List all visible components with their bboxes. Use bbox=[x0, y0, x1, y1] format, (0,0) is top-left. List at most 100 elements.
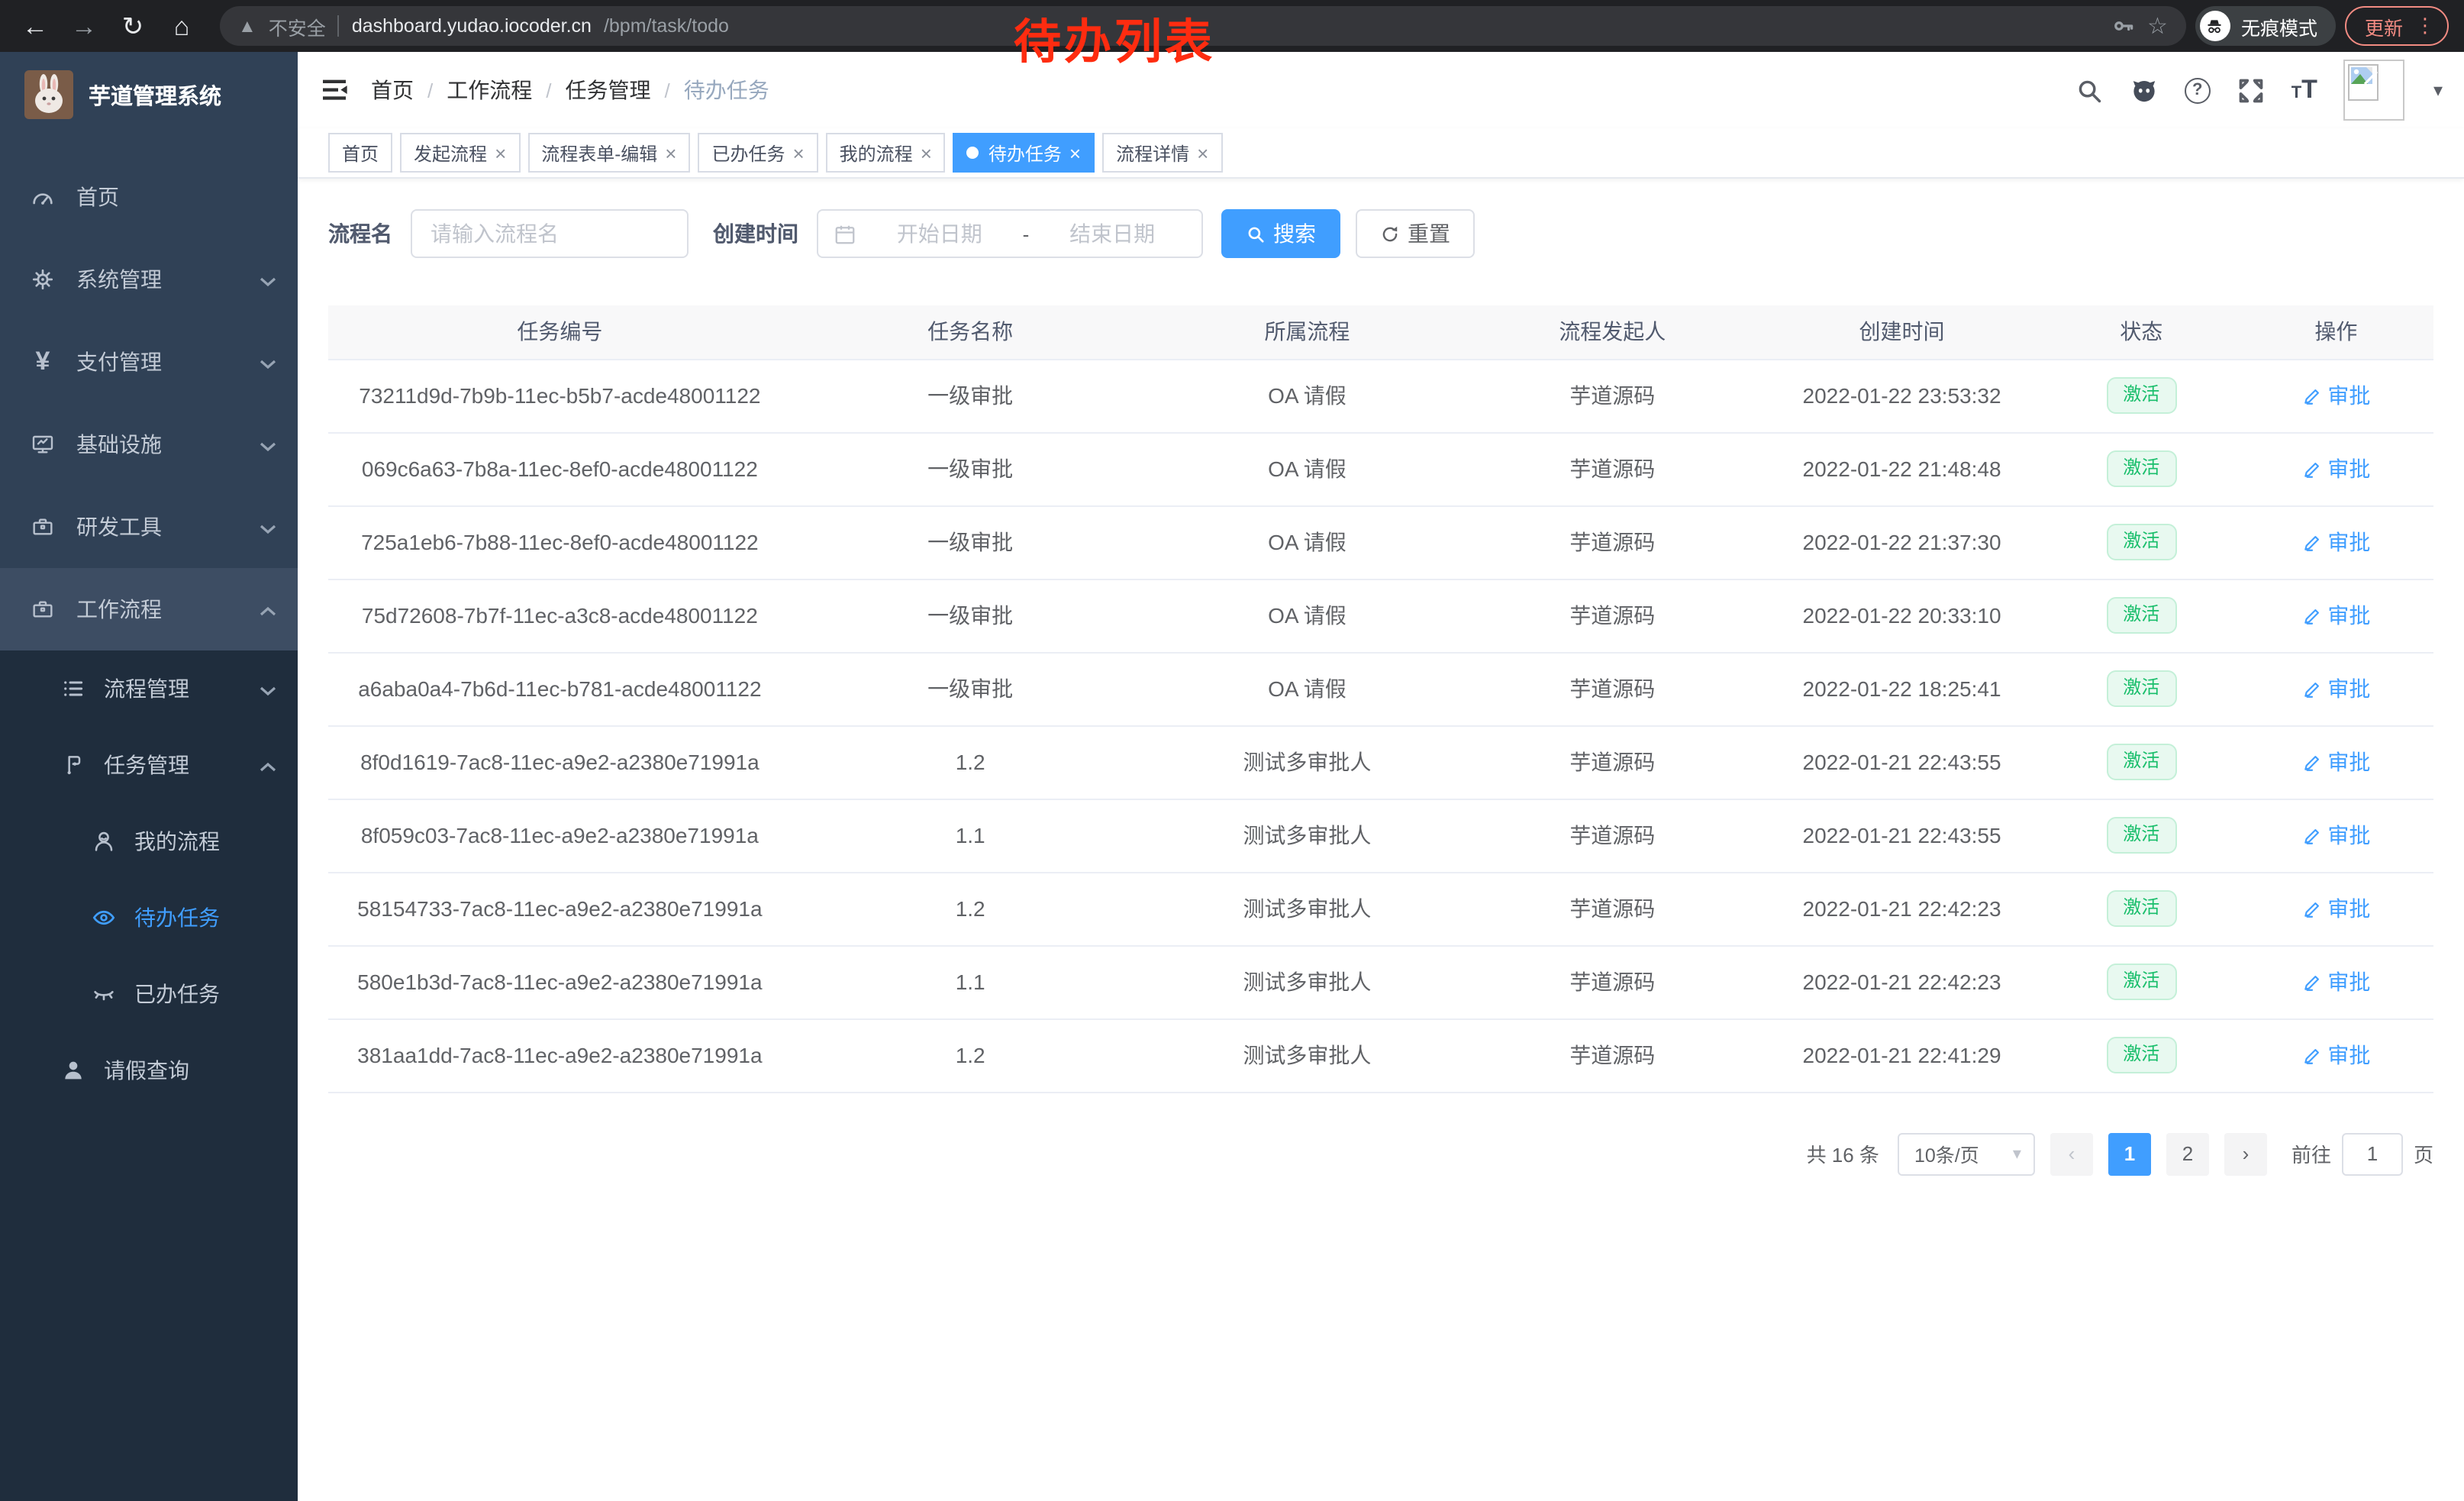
sidebar-item-label: 系统管理 bbox=[76, 264, 260, 295]
avatar[interactable] bbox=[2343, 60, 2404, 121]
goto-label: 前往 bbox=[2291, 1139, 2331, 1168]
cell-create-time: 2022-01-22 21:48:48 bbox=[1759, 432, 2043, 505]
cell-starter: 芋道源码 bbox=[1465, 652, 1759, 725]
sidebar-item-my-process[interactable]: 我的流程 bbox=[0, 803, 298, 880]
back-icon[interactable]: ← bbox=[15, 13, 55, 39]
status-badge: 激活 bbox=[2106, 450, 2176, 486]
close-icon[interactable]: × bbox=[665, 143, 676, 163]
font-size-icon[interactable]: TT bbox=[2291, 75, 2317, 105]
page-button-1[interactable]: 1 bbox=[2108, 1132, 2151, 1175]
page-content: 流程名 创建时间 开始日期 - 结束日期 bbox=[298, 179, 2464, 1501]
breadcrumb-home[interactable]: 首页 bbox=[371, 75, 414, 105]
approve-button[interactable]: 审批 bbox=[2301, 1040, 2370, 1070]
sidebar-item-label: 已办任务 bbox=[134, 979, 276, 1009]
avatar-dropdown-caret-icon[interactable]: ▾ bbox=[2433, 79, 2443, 101]
forward-icon[interactable]: → bbox=[64, 13, 104, 39]
date-range-picker[interactable]: 开始日期 - 结束日期 bbox=[817, 209, 1203, 258]
bookmark-star-icon[interactable]: ☆ bbox=[2147, 12, 2168, 40]
breadcrumb-workflow[interactable]: 工作流程 bbox=[447, 75, 532, 105]
cell-create-time: 2022-01-21 22:42:23 bbox=[1759, 872, 2043, 945]
pen-icon bbox=[2301, 532, 2321, 552]
pen-icon bbox=[2301, 1045, 2321, 1065]
sidebar-item-workflow[interactable]: 工作流程 bbox=[0, 568, 298, 650]
pen-icon bbox=[2301, 386, 2321, 405]
close-icon[interactable]: × bbox=[921, 143, 932, 163]
cell-create-time: 2022-01-21 22:43:55 bbox=[1759, 725, 2043, 799]
approve-button[interactable]: 审批 bbox=[2301, 527, 2370, 557]
approve-button[interactable]: 审批 bbox=[2301, 893, 2370, 924]
task-table: 任务编号 任务名称 所属流程 流程发起人 创建时间 状态 操作 bbox=[328, 305, 2433, 1093]
cell-create-time: 2022-01-22 21:37:30 bbox=[1759, 505, 2043, 579]
total-count: 共 16 条 bbox=[1807, 1139, 1879, 1168]
goto-page-input[interactable] bbox=[2342, 1132, 2403, 1175]
browser-update-button[interactable]: 更新 ⋮ bbox=[2345, 6, 2449, 46]
status-badge: 激活 bbox=[2106, 524, 2176, 560]
cell-actions: 审批 bbox=[2239, 652, 2433, 725]
close-icon[interactable]: × bbox=[1069, 143, 1081, 163]
breadcrumb-task-mgmt[interactable]: 任务管理 bbox=[566, 75, 651, 105]
browser-menu-icon[interactable]: ⋮ bbox=[2415, 14, 2435, 38]
search-icon[interactable] bbox=[2075, 76, 2104, 105]
reset-button[interactable]: 重置 bbox=[1356, 209, 1475, 258]
process-name-input[interactable] bbox=[411, 209, 689, 258]
refresh-icon bbox=[1380, 224, 1400, 244]
tab-my-process[interactable]: 我的流程× bbox=[826, 133, 946, 173]
key-icon[interactable] bbox=[2111, 14, 2135, 38]
cell-actions: 审批 bbox=[2239, 505, 2433, 579]
app-logo[interactable]: 芋道管理系统 bbox=[0, 52, 298, 137]
github-icon[interactable] bbox=[2130, 76, 2159, 105]
tab-done-tasks[interactable]: 已办任务× bbox=[698, 133, 818, 173]
page-button-2[interactable]: 2 bbox=[2166, 1132, 2209, 1175]
cell-actions: 审批 bbox=[2239, 432, 2433, 505]
sidebar-item-payment[interactable]: ¥ 支付管理 bbox=[0, 321, 298, 403]
close-icon[interactable]: × bbox=[1197, 143, 1208, 163]
search-button[interactable]: 搜索 bbox=[1221, 209, 1340, 258]
sidebar-item-leave-query[interactable]: 请假查询 bbox=[0, 1032, 298, 1109]
breadcrumb-current: 待办任务 bbox=[684, 75, 769, 105]
tab-start-process[interactable]: 发起流程× bbox=[400, 133, 520, 173]
status-badge: 激活 bbox=[2106, 964, 2176, 999]
approve-button[interactable]: 审批 bbox=[2301, 967, 2370, 997]
page-size-select[interactable]: 10条/页 ▾ bbox=[1898, 1132, 2035, 1175]
cell-task-name: 一级审批 bbox=[792, 579, 1150, 652]
sidebar-item-infrastructure[interactable]: 基础设施 bbox=[0, 403, 298, 486]
collapse-sidebar-icon[interactable] bbox=[319, 75, 350, 105]
home-icon[interactable]: ⌂ bbox=[162, 13, 202, 39]
approve-button[interactable]: 审批 bbox=[2301, 820, 2370, 851]
cell-status: 激活 bbox=[2044, 432, 2239, 505]
approve-button[interactable]: 审批 bbox=[2301, 380, 2370, 411]
reload-icon[interactable]: ↻ bbox=[113, 13, 153, 39]
close-icon[interactable]: × bbox=[495, 143, 506, 163]
fullscreen-icon[interactable] bbox=[2237, 76, 2266, 105]
goto-page: 前往 页 bbox=[2291, 1132, 2433, 1175]
cell-actions: 审批 bbox=[2239, 1018, 2433, 1092]
sidebar-item-system[interactable]: 系统管理 bbox=[0, 238, 298, 321]
approve-button[interactable]: 审批 bbox=[2301, 747, 2370, 777]
close-icon[interactable]: × bbox=[792, 143, 804, 163]
date-range-separator: - bbox=[1023, 222, 1030, 245]
pen-icon bbox=[2301, 825, 2321, 845]
flow-icon bbox=[61, 753, 85, 777]
approve-button[interactable]: 审批 bbox=[2301, 454, 2370, 484]
sidebar-item-todo-tasks[interactable]: 待办任务 bbox=[0, 880, 298, 956]
cell-status: 激活 bbox=[2044, 725, 2239, 799]
approve-button[interactable]: 审批 bbox=[2301, 600, 2370, 631]
sidebar-item-process-mgmt[interactable]: 流程管理 bbox=[0, 650, 298, 727]
eye-closed-icon bbox=[92, 982, 116, 1006]
tab-process-detail[interactable]: 流程详情× bbox=[1102, 133, 1222, 173]
sidebar-item-devtools[interactable]: 研发工具 bbox=[0, 486, 298, 568]
approve-button[interactable]: 审批 bbox=[2301, 673, 2370, 704]
cell-task-id: 58154733-7ac8-11ec-a9e2-a2380e71991a bbox=[328, 872, 792, 945]
prev-page-button[interactable]: ‹ bbox=[2050, 1132, 2093, 1175]
tab-home[interactable]: 首页 bbox=[328, 133, 392, 173]
sidebar-item-task-mgmt[interactable]: 任务管理 bbox=[0, 727, 298, 803]
sidebar-item-done-tasks[interactable]: 已办任务 bbox=[0, 956, 298, 1032]
tab-todo-tasks[interactable]: 待办任务× bbox=[953, 133, 1095, 173]
help-icon[interactable]: ? bbox=[2185, 77, 2211, 103]
sidebar-item-home[interactable]: 首页 bbox=[0, 156, 298, 238]
start-date-placeholder: 开始日期 bbox=[866, 218, 1014, 249]
tab-form-edit[interactable]: 流程表单-编辑× bbox=[527, 133, 690, 173]
sidebar-item-label: 任务管理 bbox=[104, 750, 260, 780]
next-page-button[interactable]: › bbox=[2224, 1132, 2267, 1175]
sidebar-menu: 首页 系统管理 ¥ 支付管理 bbox=[0, 137, 298, 650]
